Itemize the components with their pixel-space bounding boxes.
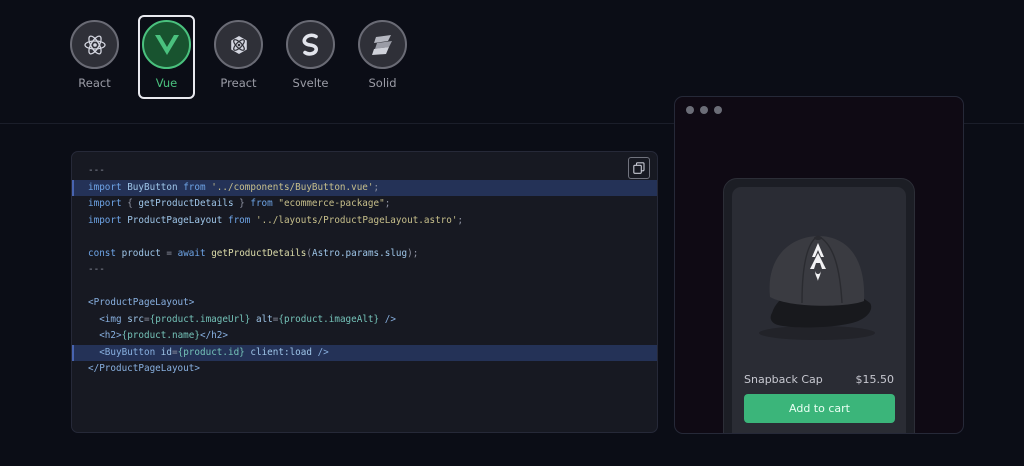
window-dots: [686, 106, 722, 114]
product-name: Snapback Cap: [744, 373, 823, 386]
tab-label: Vue: [155, 76, 178, 90]
solid-icon: [358, 20, 407, 69]
preact-icon: [214, 20, 263, 69]
tab-svelte[interactable]: Svelte: [282, 15, 339, 99]
phone-mockup: Snapback Cap $15.50 Add to cart: [723, 178, 915, 433]
window-dot: [686, 106, 694, 114]
window-dot: [700, 106, 708, 114]
code-line: import BuyButton from '../components/Buy…: [72, 179, 657, 196]
code-line: const product = await getProductDetails(…: [88, 247, 419, 259]
code-line: <BuyButton id={product.id} client:load /…: [72, 344, 657, 361]
tab-label: Solid: [368, 76, 397, 90]
code-line: </ProductPageLayout>: [88, 363, 200, 374]
tab-label: React: [78, 76, 111, 90]
tab-label: Preact: [220, 76, 257, 90]
tab-preact[interactable]: Preact: [210, 15, 267, 99]
preview-window: Snapback Cap $15.50 Add to cart: [674, 96, 964, 434]
cap-image: [759, 235, 875, 340]
code-block: --- import BuyButton from '../components…: [72, 163, 657, 378]
product-card: Snapback Cap $15.50 Add to cart: [732, 187, 906, 433]
tab-solid[interactable]: Solid: [354, 15, 411, 99]
code-line: import ProductPageLayout from '../layout…: [88, 214, 464, 226]
framework-tabs: React Vue Preact Svelte Solid: [66, 15, 411, 101]
add-to-cart-button[interactable]: Add to cart: [744, 394, 895, 423]
react-icon: [70, 20, 119, 69]
code-line: <img src={product.imageUrl} alt={product…: [99, 313, 396, 325]
window-dot: [714, 106, 722, 114]
product-price: $15.50: [855, 373, 895, 386]
tab-react[interactable]: React: [66, 15, 123, 99]
code-line: import { getProductDetails } from "ecomm…: [88, 198, 391, 209]
code-panel: --- import BuyButton from '../components…: [71, 151, 658, 433]
code-line: <h2>{product.name}</h2>: [99, 330, 228, 341]
vue-icon: [142, 20, 191, 69]
tab-vue[interactable]: Vue: [138, 15, 195, 99]
code-line: <ProductPageLayout>: [88, 297, 195, 308]
tab-label: Svelte: [292, 76, 329, 90]
code-line: ---: [88, 165, 105, 176]
code-line: ---: [88, 264, 105, 275]
svelte-icon: [286, 20, 335, 69]
